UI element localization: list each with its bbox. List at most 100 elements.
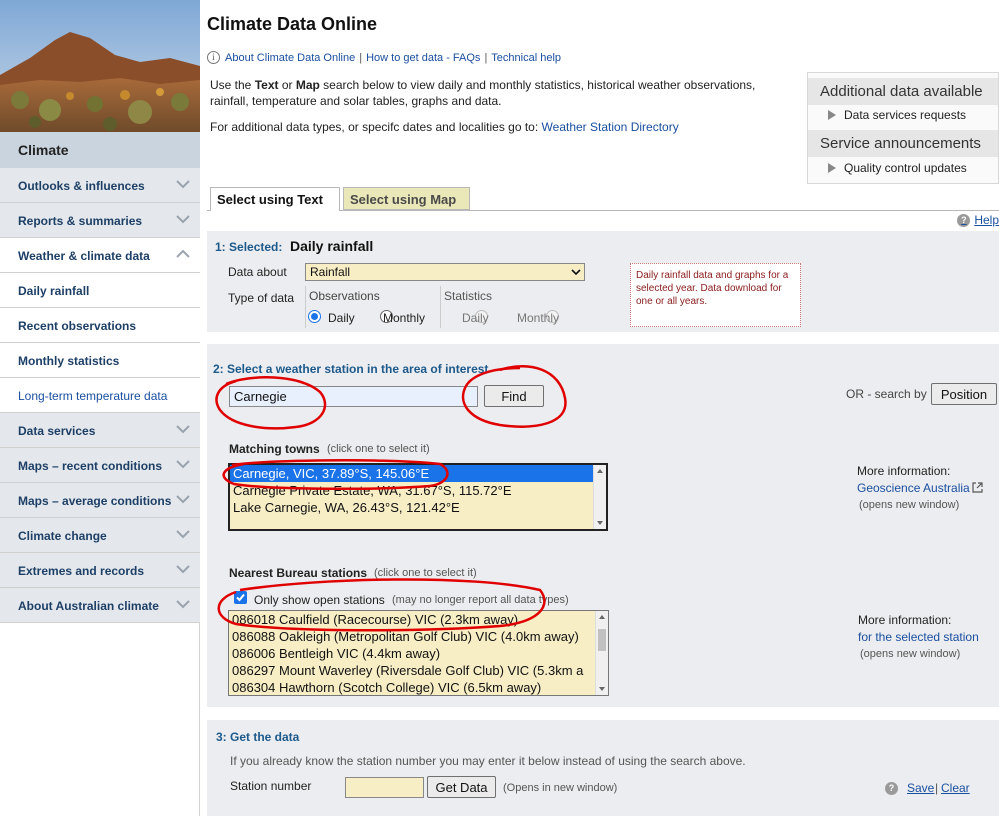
- sidebar-item-label: Monthly statistics: [18, 354, 120, 368]
- link-about[interactable]: About Climate Data Online: [225, 52, 355, 64]
- station-option[interactable]: 086088 Oakleigh (Metropolitan Golf Club)…: [229, 628, 608, 645]
- checkmark-icon: [236, 593, 245, 602]
- selected-station-link-text[interactable]: for the selected station: [858, 630, 979, 644]
- geoscience-link-text[interactable]: Geoscience Australia: [857, 481, 970, 495]
- station-number-label: Station number: [230, 779, 312, 793]
- or-search-by-label: OR - search by: [846, 387, 927, 401]
- additional-data-box: Additional data available Data services …: [807, 72, 999, 184]
- sidebar-item-reports[interactable]: Reports & summaries: [0, 203, 200, 238]
- step2-heading: 2: Select a weather station in the area …: [213, 362, 489, 376]
- chevron-down-icon: [176, 495, 190, 504]
- station-option[interactable]: 086297 Mount Waverley (Riversdale Golf C…: [229, 662, 608, 679]
- selected-station-link[interactable]: for the selected station: [858, 630, 979, 644]
- chevron-down-icon: [176, 565, 190, 574]
- sidebar-item-weather-climate-data[interactable]: Weather & climate data: [0, 238, 200, 273]
- tab-select-using-text[interactable]: Select using Text: [210, 187, 340, 211]
- step3-heading: 3: Get the data: [216, 730, 300, 744]
- chevron-down-icon: [176, 600, 190, 609]
- geoscience-link[interactable]: Geoscience Australia: [857, 481, 983, 495]
- sidebar-item-climate-change[interactable]: Climate change: [0, 518, 200, 553]
- step1-label: Selected:: [229, 240, 283, 254]
- town-option[interactable]: Carnegie, VIC, 37.89°S, 145.06°E: [230, 465, 593, 482]
- radio-stats-monthly-label: Monthly: [517, 311, 560, 325]
- intro-bold-text: Text: [254, 78, 279, 92]
- sidebar-item-maps-recent[interactable]: Maps – recent conditions: [0, 448, 200, 483]
- data-services-requests-link[interactable]: Data services requests: [828, 108, 966, 122]
- question-icon[interactable]: ?: [885, 782, 898, 795]
- separator: |: [359, 51, 363, 64]
- sidebar-item-label: Maps – recent conditions: [18, 459, 163, 473]
- external-link-icon: [972, 482, 983, 493]
- clear-link[interactable]: Clear: [941, 781, 970, 795]
- chevron-down-icon: [176, 425, 190, 434]
- data-about-select[interactable]: Rainfall: [305, 263, 585, 281]
- radio-stats-daily-label: Daily: [462, 311, 489, 325]
- step3-hint: If you already know the station number y…: [230, 754, 746, 768]
- station-option[interactable]: 086006 Bentleigh VIC (4.4km away): [229, 645, 608, 662]
- link-technical-help[interactable]: Technical help: [491, 52, 561, 64]
- towns-scrollbar[interactable]: [593, 465, 606, 529]
- sidebar-item-label: Climate change: [18, 529, 107, 543]
- only-open-hint: (may no longer report all data types): [392, 594, 569, 606]
- sidebar-item-monthly-statistics[interactable]: Monthly statistics: [0, 343, 200, 378]
- station-number-input[interactable]: [345, 777, 424, 798]
- scroll-down-icon: [599, 687, 605, 691]
- more-info-label-2: More information:: [858, 613, 952, 627]
- intro-part: Use the: [210, 78, 255, 92]
- find-button[interactable]: Find: [484, 385, 544, 407]
- sidebar-item-long-term-temperature[interactable]: Long-term temperature data: [0, 378, 200, 413]
- stations-scrollbar[interactable]: [595, 611, 608, 695]
- scroll-thumb[interactable]: [598, 629, 606, 651]
- help-label: Help: [974, 213, 999, 227]
- position-button[interactable]: Position: [931, 383, 997, 405]
- town-option[interactable]: Carnegie Private Estate, WA, 31.67°S, 11…: [230, 482, 606, 499]
- intro2-part: For additional data types, or specifc da…: [210, 120, 542, 134]
- selected-product: Daily rainfall: [290, 238, 374, 254]
- sidebar-item-label: Maps – average conditions: [18, 494, 172, 508]
- matching-towns-list[interactable]: Carnegie, VIC, 37.89°S, 145.06°E Carnegi…: [228, 463, 608, 531]
- save-link[interactable]: Save: [907, 781, 934, 795]
- chevron-down-icon: [571, 269, 581, 276]
- banner-image: [0, 0, 200, 132]
- triangle-right-icon: [828, 110, 836, 120]
- sidebar-item-daily-rainfall[interactable]: Daily rainfall: [0, 273, 200, 308]
- scroll-up-icon: [597, 469, 603, 473]
- step1-number: 1:: [215, 240, 226, 254]
- sidebar-heading: Climate: [0, 132, 200, 168]
- intro-text: Use the Text or Map search below to view…: [210, 77, 790, 109]
- radio-obs-monthly-label: Monthly: [383, 311, 426, 325]
- chevron-down-icon: [176, 180, 190, 189]
- sidebar-item-recent-observations[interactable]: Recent observations: [0, 308, 200, 343]
- town-search-input[interactable]: Carnegie: [229, 386, 478, 407]
- weather-station-directory-link[interactable]: Weather Station Directory: [542, 120, 679, 134]
- nearest-stations-list[interactable]: 086018 Caulfield (Racecourse) VIC (2.3km…: [228, 610, 609, 696]
- sidebar-item-outlooks[interactable]: Outlooks & influences: [0, 168, 200, 203]
- get-data-button[interactable]: Get Data: [427, 776, 496, 798]
- statistics-label: Statistics: [444, 289, 493, 303]
- sidebar-item-extremes[interactable]: Extremes and records: [0, 553, 200, 588]
- observations-label: Observations: [309, 289, 380, 303]
- top-links: i About Climate Data Online | How to get…: [207, 51, 561, 64]
- help-link[interactable]: ? Help: [957, 213, 999, 227]
- quality-control-updates-link[interactable]: Quality control updates: [828, 161, 967, 175]
- chevron-down-icon: [176, 460, 190, 469]
- scroll-up-icon: [599, 615, 605, 619]
- only-open-checkbox[interactable]: [234, 591, 247, 604]
- rb-item-label: Data services requests: [844, 108, 967, 122]
- sidebar-item-label: Daily rainfall: [18, 284, 90, 298]
- sidebar-item-about-climate[interactable]: About Australian climate: [0, 588, 200, 623]
- tab-select-using-map[interactable]: Select using Map: [343, 187, 470, 210]
- sidebar-item-data-services[interactable]: Data services: [0, 413, 200, 448]
- opens-new-window-1: (opens new window): [859, 499, 960, 511]
- sidebar-item-label: Outlooks & influences: [18, 179, 145, 193]
- service-announcements-heading: Service announcements: [808, 130, 998, 157]
- link-faqs[interactable]: How to get data - FAQs: [366, 52, 480, 64]
- station-option[interactable]: 086304 Hawthorn (Scotch College) VIC (6.…: [229, 679, 608, 695]
- intro-bold-map: Map: [295, 78, 320, 92]
- sidebar-item-label: Recent observations: [18, 319, 137, 333]
- intro-text-2: For additional data types, or specifc da…: [210, 120, 679, 134]
- sidebar-item-maps-average[interactable]: Maps – average conditions: [0, 483, 200, 518]
- station-option[interactable]: 086018 Caulfield (Racecourse) VIC (2.3km…: [229, 611, 608, 628]
- town-option[interactable]: Lake Carnegie, WA, 26.43°S, 121.42°E: [230, 499, 606, 516]
- question-icon: ?: [957, 213, 971, 227]
